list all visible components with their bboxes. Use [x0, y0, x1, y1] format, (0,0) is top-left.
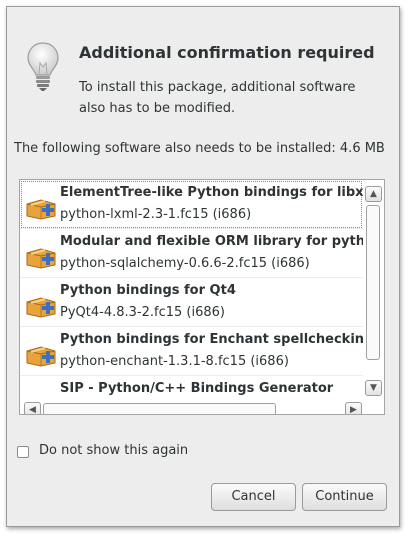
package-rows: ElementTree-like Python bindings for lib…: [20, 180, 363, 395]
package-version: python-enchant-1.3.1-8.fc15 (i686): [60, 354, 289, 369]
chevron-down-icon[interactable]: ▼: [365, 380, 382, 396]
package-add-icon: [26, 199, 56, 220]
package-name: ElementTree-like Python bindings for lib…: [60, 185, 363, 200]
vertical-scroll-track[interactable]: [366, 205, 380, 360]
package-row[interactable]: SIP - Python/C++ Bindings Generator: [20, 376, 363, 395]
package-row[interactable]: Python bindings for Enchant spellcheckin…: [20, 327, 363, 376]
package-add-icon: [25, 388, 57, 395]
dont-show-label[interactable]: Do not show this again: [39, 443, 188, 458]
package-list[interactable]: ElementTree-like Python bindings for lib…: [19, 179, 385, 415]
horizontal-scroll-thumb[interactable]: [43, 403, 276, 414]
install-summary: The following software also needs to be …: [14, 141, 385, 156]
horizontal-scrollbar[interactable]: ◀ ▶: [24, 402, 382, 414]
package-row[interactable]: Python bindings for Qt4 PyQt4-4.8.3-2.fc…: [20, 278, 363, 327]
package-name: Python bindings for Qt4: [60, 283, 236, 298]
dont-show-checkbox[interactable]: [17, 446, 29, 458]
confirmation-dialog: Additional confirmation required To inst…: [6, 6, 400, 527]
lightbulb-icon: [27, 42, 59, 91]
chevron-right-icon[interactable]: ▶: [345, 402, 362, 414]
continue-button[interactable]: Continue: [302, 483, 387, 511]
package-version: python-lxml-2.3-1.fc15 (i686): [60, 207, 252, 222]
package-version: python-sqlalchemy-0.6.6-2.fc15 (i686): [60, 256, 310, 271]
vertical-scrollbar[interactable]: ▲ ▼: [364, 186, 384, 396]
package-add-icon: [26, 346, 56, 367]
cancel-button[interactable]: Cancel: [211, 483, 296, 511]
package-name: SIP - Python/C++ Bindings Generator: [60, 381, 334, 395]
dialog-title: Additional confirmation required: [79, 43, 375, 62]
dialog-message: To install this package, additional soft…: [79, 80, 356, 116]
package-add-icon: [26, 297, 56, 318]
chevron-left-icon[interactable]: ◀: [24, 402, 41, 414]
chevron-up-icon[interactable]: ▲: [365, 186, 382, 202]
package-row[interactable]: Modular and flexible ORM library for pyt…: [20, 229, 363, 278]
package-name: Python bindings for Enchant spellcheckin…: [60, 332, 363, 347]
package-version: PyQt4-4.8.3-2.fc15 (i686): [60, 305, 225, 320]
package-name: Modular and flexible ORM library for pyt…: [60, 234, 363, 249]
package-row[interactable]: ElementTree-like Python bindings for lib…: [20, 180, 363, 229]
package-add-icon: [26, 248, 56, 269]
